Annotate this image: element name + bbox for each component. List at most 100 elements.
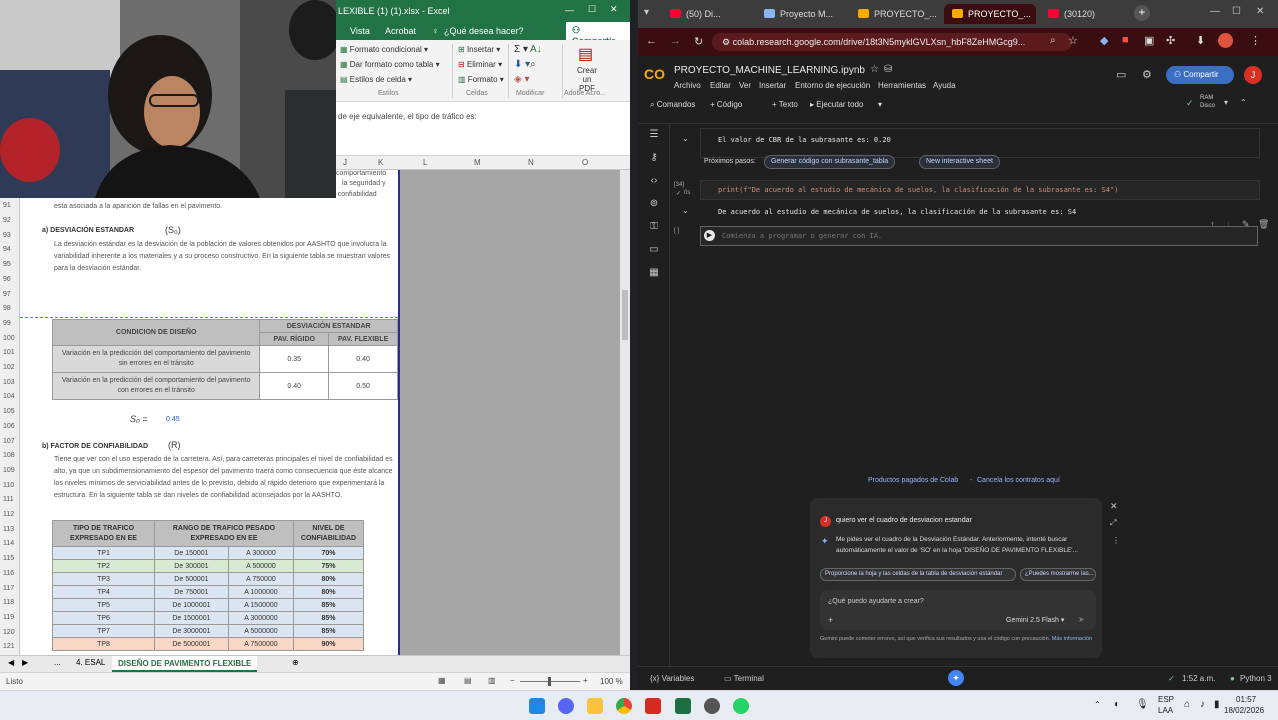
cell-styles-button[interactable]: ▤ Estilos de celda ▾ xyxy=(340,75,412,84)
row-header[interactable]: 92 xyxy=(3,217,11,224)
row-header[interactable]: 93 xyxy=(3,232,11,239)
chrome-menu-icon[interactable]: ⋮ xyxy=(1250,34,1261,47)
row-header[interactable]: 95 xyxy=(3,261,11,268)
cell-menu-icon[interactable]: ⋮ xyxy=(1274,219,1278,230)
reload-icon[interactable]: ↻ xyxy=(694,35,703,48)
runtime-dropdown-icon[interactable]: ▾ xyxy=(1224,98,1228,107)
row-header[interactable]: 97 xyxy=(3,291,11,298)
windows-start-icon[interactable] xyxy=(529,698,545,714)
collapse-output-icon[interactable]: ⌄ xyxy=(682,134,689,143)
gemini-fab-icon[interactable]: ✦ xyxy=(948,670,964,686)
runtime-label[interactable]: Python 3 xyxy=(1240,674,1272,683)
worksheet[interactable]: comportamiento la seguridad y de confiab… xyxy=(20,170,398,655)
excel-share-button[interactable]: ⚇ Compartir xyxy=(566,22,630,46)
clock-date[interactable]: 18/02/2026 xyxy=(1224,706,1264,715)
col-header[interactable]: N xyxy=(528,158,534,167)
clock-time[interactable]: 01:57 xyxy=(1236,695,1256,704)
close-icon[interactable]: ✕ xyxy=(1256,6,1264,17)
row-header[interactable]: 98 xyxy=(3,305,11,312)
acrobat-icon[interactable] xyxy=(645,698,661,714)
row-header[interactable]: 117 xyxy=(3,585,14,592)
row-header[interactable]: 114 xyxy=(3,540,14,547)
paid-products-link[interactable]: Productos pagados de Colab xyxy=(868,477,958,484)
battery-icon[interactable]: ▮ xyxy=(1214,699,1220,710)
tab-search-icon[interactable]: ▾ xyxy=(644,7,649,18)
row-header[interactable]: 119 xyxy=(3,614,14,621)
col-header[interactable]: O xyxy=(582,158,588,167)
url-field[interactable]: ⚙ colab.research.google.com/drive/18t3N5… xyxy=(712,33,1072,51)
insert-button[interactable]: ⊞ Insertar ▾ xyxy=(458,45,500,54)
menu-ver[interactable]: Ver xyxy=(739,81,751,90)
window-divider[interactable] xyxy=(630,0,638,690)
page-layout-icon[interactable]: ▤ xyxy=(464,676,472,685)
comment-icon[interactable]: ▭ xyxy=(1116,68,1126,81)
find-replace-icon[interactable]: ⊚ xyxy=(647,197,661,211)
downloads-icon[interactable]: ⬇ xyxy=(1196,34,1205,47)
row-header[interactable]: 112 xyxy=(3,511,14,518)
site-info-icon[interactable]: ⚙ xyxy=(722,37,733,47)
sort-icon[interactable]: A↓ xyxy=(530,44,542,55)
clear-icon[interactable]: ◈ ▾ xyxy=(514,74,530,85)
row-header[interactable]: 91 xyxy=(3,202,11,209)
close-panel-icon[interactable]: ✕ xyxy=(1110,501,1118,512)
row-header[interactable]: 109 xyxy=(3,467,15,474)
menu-entorno[interactable]: Entorno de ejecución xyxy=(795,81,870,90)
delete-button[interactable]: ⊟ Eliminar ▾ xyxy=(458,60,502,69)
new-sheet-chip[interactable]: New interactive sheet xyxy=(919,155,1000,169)
disk-label[interactable]: Disco xyxy=(1200,103,1215,109)
browser-tab-active[interactable]: PROYECTO_... xyxy=(944,4,1036,24)
tab-acrobat[interactable]: Acrobat xyxy=(385,26,416,36)
zoom-level[interactable]: 100 % xyxy=(600,677,623,686)
bookmark-star-icon[interactable]: ☆ xyxy=(1068,34,1078,47)
find-icon[interactable]: ⌕ xyxy=(530,59,536,70)
row-header[interactable]: 100 xyxy=(3,335,15,342)
menu-archivo[interactable]: Archivo xyxy=(674,81,701,90)
keyboard-layout[interactable]: LAA xyxy=(1158,706,1173,715)
variables-button[interactable]: {x} Variables xyxy=(650,674,694,683)
suggestion-chip[interactable]: Proporcione la hoja y las celdas de la t… xyxy=(820,568,1016,581)
network-icon[interactable]: ⌂ xyxy=(1184,699,1190,710)
browser-tab[interactable]: Proyecto M... xyxy=(756,4,846,24)
minimize-icon[interactable]: — xyxy=(565,5,574,15)
back-icon[interactable]: ← xyxy=(646,35,657,47)
row-header[interactable]: 104 xyxy=(3,393,15,400)
commands-button[interactable]: ⌕ Comandos xyxy=(650,100,695,110)
so-value[interactable]: 0.45 xyxy=(166,416,180,423)
add-attachment-icon[interactable]: + xyxy=(828,615,833,625)
language-indicator[interactable]: ESP xyxy=(1158,695,1174,704)
variables-icon[interactable]: ⚿ xyxy=(647,220,661,234)
row-header[interactable]: 120 xyxy=(3,629,15,636)
row-header[interactable]: 108 xyxy=(3,452,15,459)
gear-icon[interactable]: ⚙ xyxy=(1142,68,1152,81)
zoom-handle[interactable] xyxy=(548,677,551,686)
delete-cell-icon[interactable]: 🗑 xyxy=(1258,219,1269,230)
scroll-thumb[interactable] xyxy=(622,290,628,340)
extension-icon[interactable]: ■ xyxy=(1122,34,1129,46)
row-header[interactable]: 94 xyxy=(3,246,11,253)
col-header[interactable]: J xyxy=(343,158,347,167)
key-icon[interactable]: ⚷ xyxy=(647,151,661,165)
row-header[interactable]: 101 xyxy=(3,349,15,356)
create-pdf-button[interactable]: Crear un PDF xyxy=(574,66,600,93)
chrome-icon[interactable] xyxy=(616,698,632,714)
excel-icon[interactable] xyxy=(675,698,691,714)
drive-icon[interactable]: ⛁ xyxy=(884,64,892,75)
tab-vista[interactable]: Vista xyxy=(350,26,370,36)
colab-share-button[interactable]: ⚇ Compartir xyxy=(1166,66,1234,84)
zoom-icon[interactable]: ⌕ xyxy=(1050,35,1056,46)
col-header[interactable]: L xyxy=(423,158,427,167)
user-avatar[interactable]: J xyxy=(1244,66,1262,84)
col-header[interactable]: K xyxy=(378,158,383,167)
tell-me-input[interactable]: ¿Qué desea hacer? xyxy=(444,26,524,36)
terminal-grid-icon[interactable]: ▦ xyxy=(647,266,661,280)
row-header[interactable]: 96 xyxy=(3,276,11,283)
add-text-button[interactable]: + Texto xyxy=(772,100,798,109)
row-header[interactable]: 105 xyxy=(3,408,15,415)
add-sheet-icon[interactable]: ⊕ xyxy=(292,658,299,667)
next-sheet-icon[interactable]: ▶ xyxy=(22,658,28,667)
model-selector[interactable]: Gemini 2.5 Flash ▾ xyxy=(1006,616,1064,624)
row-header[interactable]: 106 xyxy=(3,423,15,430)
sheet-tab-more[interactable]: ... xyxy=(54,658,61,667)
sheet-tab-esal[interactable]: 4. ESAL xyxy=(76,658,105,667)
terminal-button[interactable]: ▭ Terminal xyxy=(724,674,764,683)
